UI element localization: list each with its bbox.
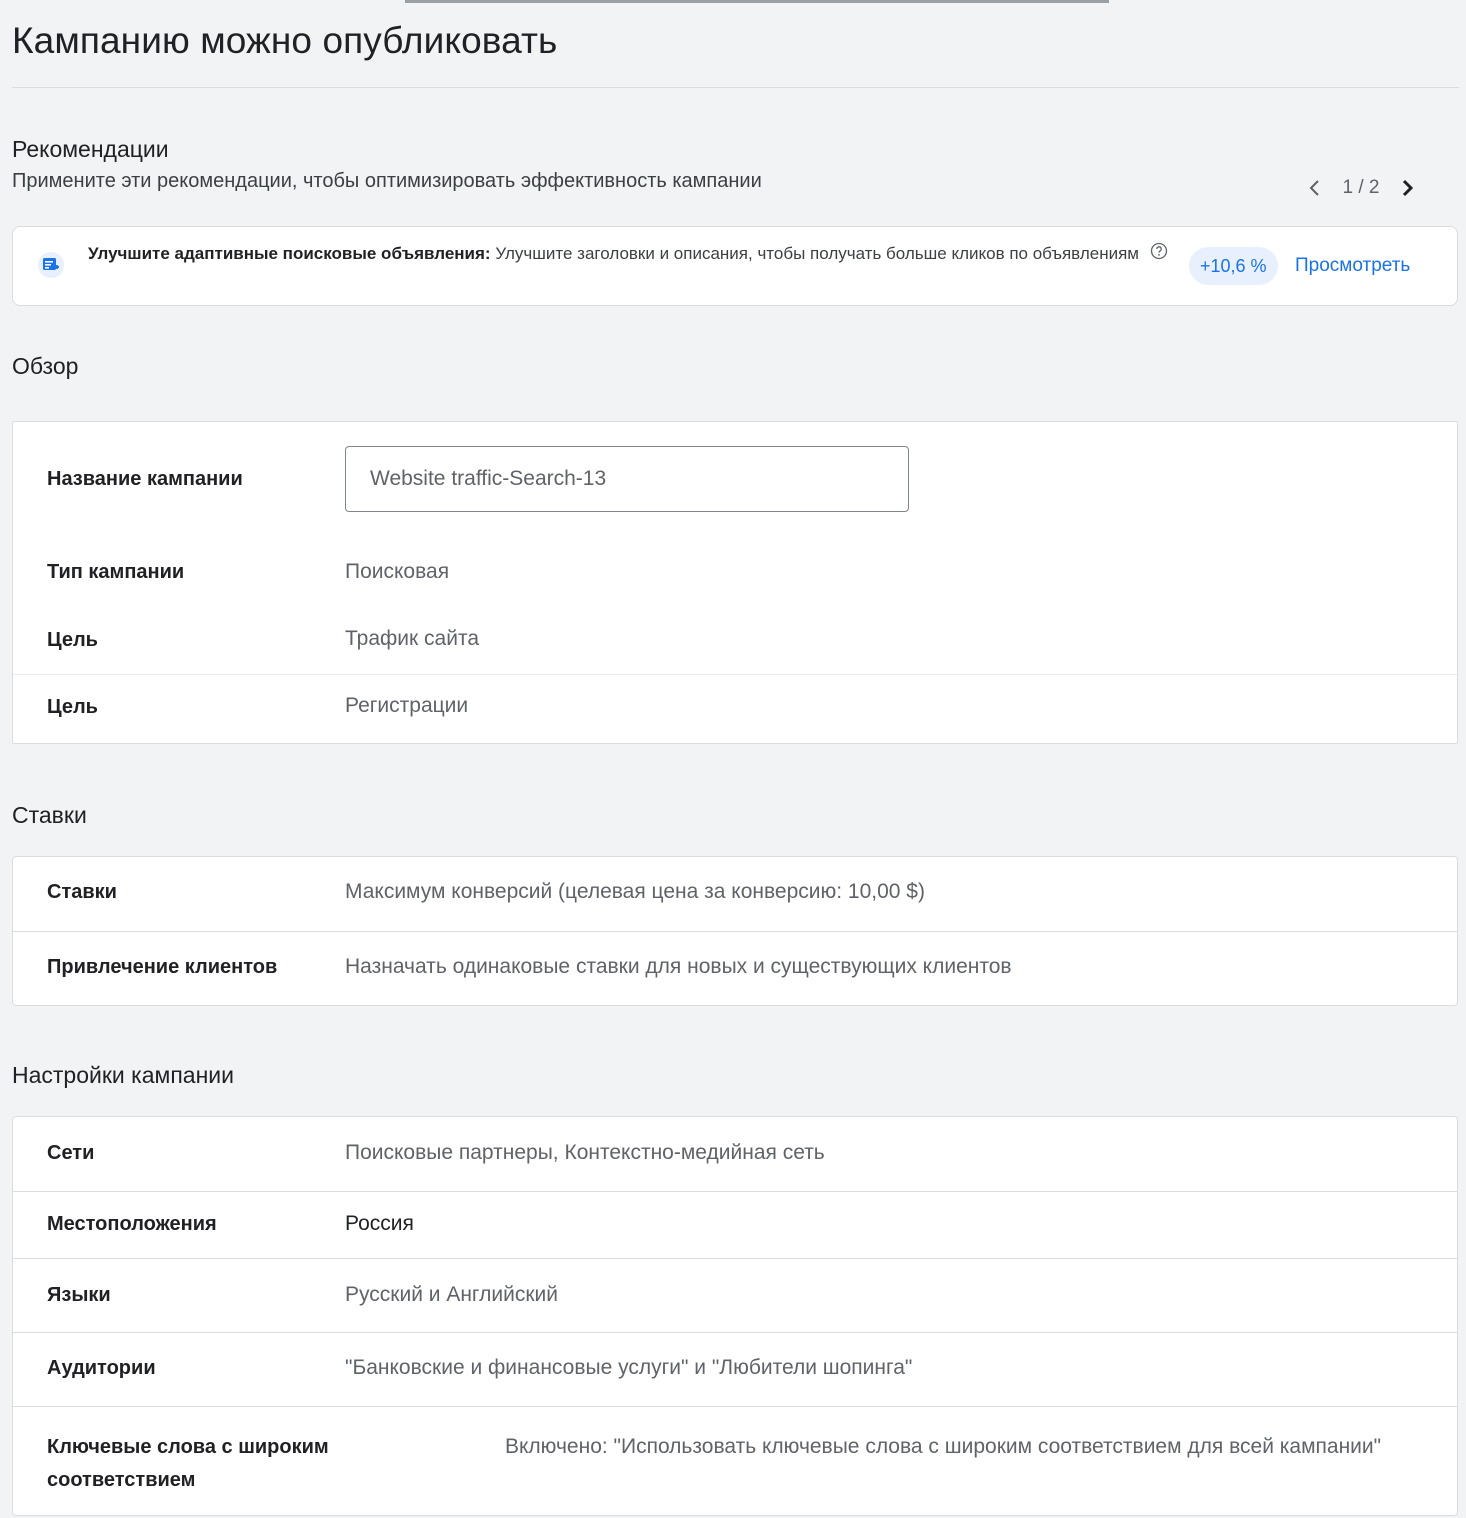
goal-value-2: Регистрации <box>345 694 469 717</box>
languages-value: Русский и Английский <box>345 1283 558 1306</box>
chevron-right-icon[interactable] <box>1394 172 1422 204</box>
page-title: Кампанию можно опубликовать <box>12 20 558 61</box>
customer-acquisition-value: Назначать одинаковые ставки для новых и … <box>345 955 1012 978</box>
settings-divider <box>13 1258 1457 1259</box>
settings-divider <box>13 1191 1457 1192</box>
networks-value: Поисковые партнеры, Контекстно-медийная … <box>345 1141 825 1164</box>
review-button[interactable]: Просмотреть <box>1295 247 1410 285</box>
networks-label: Сети <box>47 1142 95 1164</box>
settings-heading: Настройки кампании <box>12 1062 234 1088</box>
settings-divider <box>13 1406 1457 1407</box>
campaign-name-label: Название кампании <box>47 468 243 490</box>
bidding-label: Ставки <box>47 881 117 903</box>
chevron-left-icon[interactable] <box>1300 172 1328 204</box>
recommendations-subtitle: Примените эти рекомендации, чтобы оптими… <box>12 170 762 192</box>
recommendations-heading: Рекомендации <box>12 136 169 162</box>
goal-label-1: Цель <box>47 629 98 651</box>
recommendation-description: Улучшите заголовки и описания, чтобы пол… <box>495 244 1139 263</box>
title-divider <box>12 87 1459 88</box>
recommendation-card: Улучшите адаптивные поисковые объявления… <box>12 226 1458 306</box>
campaign-type-label: Тип кампании <box>47 561 185 583</box>
settings-divider <box>13 1332 1457 1333</box>
ad-edit-icon <box>38 252 64 278</box>
customer-acquisition-label: Привлечение клиентов <box>47 956 278 978</box>
bidding-divider <box>13 931 1457 932</box>
locations-value: Россия <box>345 1212 414 1235</box>
recommendation-title: Улучшите адаптивные поисковые объявления… <box>88 244 491 263</box>
overview-card: Название кампании Тип кампании Поисковая… <box>12 421 1458 744</box>
locations-label: Местоположения <box>47 1213 217 1235</box>
campaign-type-value: Поисковая <box>345 560 450 583</box>
lift-badge: +10,6 % <box>1189 247 1278 285</box>
bidding-heading: Ставки <box>12 802 87 828</box>
broad-match-value: Включено: "Использовать ключевые слова с… <box>505 1435 1382 1458</box>
help-icon[interactable] <box>1150 241 1168 269</box>
languages-label: Языки <box>47 1284 111 1306</box>
pager-count: 1 / 2 <box>1342 177 1380 198</box>
recommendations-pager: 1 / 2 <box>1300 172 1440 204</box>
goal-label-2: Цель <box>47 696 98 718</box>
overview-divider <box>13 674 1457 675</box>
audiences-label: Аудитории <box>47 1357 156 1379</box>
campaign-name-input[interactable] <box>345 446 909 512</box>
recommendation-text: Улучшите адаптивные поисковые объявления… <box>88 240 1178 269</box>
overview-heading: Обзор <box>12 353 79 379</box>
bidding-card: Ставки Максимум конверсий (целевая цена … <box>12 856 1458 1006</box>
top-scroll-indicator <box>405 0 1109 3</box>
audiences-value: "Банковские и финансовые услуги" и "Люби… <box>345 1356 913 1379</box>
goal-value-1: Трафик сайта <box>345 627 480 650</box>
broad-match-label: Ключевые слова с широким соответствием <box>47 1436 329 1491</box>
bidding-value: Максимум конверсий (целевая цена за конв… <box>345 880 925 903</box>
settings-card: Сети Поисковые партнеры, Контекстно-меди… <box>12 1116 1458 1516</box>
